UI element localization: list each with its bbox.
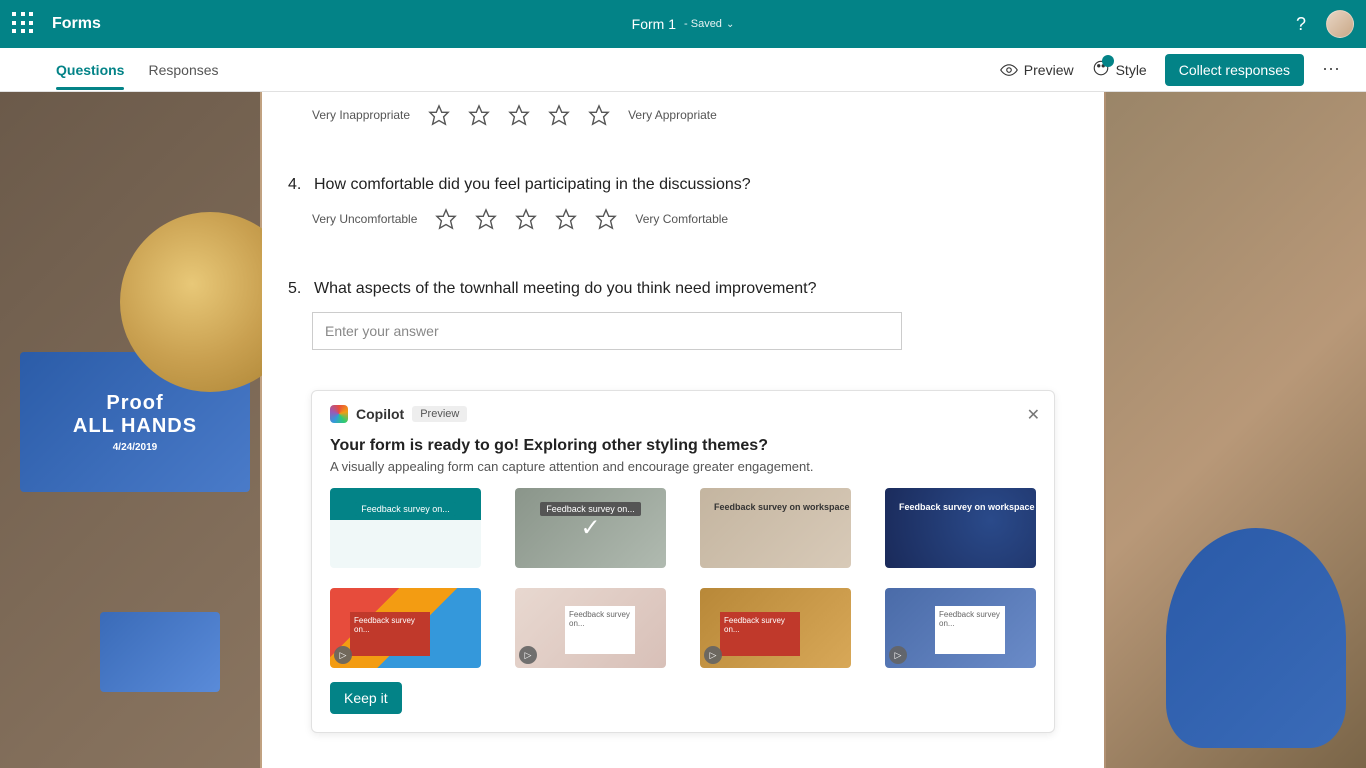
play-icon: ▷ <box>519 646 537 664</box>
copilot-title: Copilot <box>356 406 404 422</box>
q5-text: What aspects of the townhall meeting do … <box>314 280 817 298</box>
palette-icon <box>1092 59 1110 80</box>
q5-number: 5. <box>288 280 304 298</box>
theme-option-6[interactable]: Feedback survey on...▷ <box>515 588 666 668</box>
close-icon[interactable]: ✕ <box>1027 405 1040 425</box>
copilot-heading: Your form is ready to go! Exploring othe… <box>330 437 1036 455</box>
more-icon[interactable]: ⋯ <box>1322 59 1342 80</box>
star-icon[interactable] <box>555 208 577 230</box>
user-avatar[interactable] <box>1326 10 1354 38</box>
app-header: Forms Form 1 - Saved ⌄ ? <box>0 0 1366 48</box>
toolbar: Questions Responses Preview Style Collec… <box>0 48 1366 92</box>
saved-status: - Saved ⌄ <box>684 18 734 30</box>
form-title-area[interactable]: Form 1 - Saved ⌄ <box>632 16 735 32</box>
theme-option-5[interactable]: Feedback survey on...▷ <box>330 588 481 668</box>
preview-badge: Preview <box>412 406 467 422</box>
star-icon[interactable] <box>515 208 537 230</box>
star-icon[interactable] <box>475 208 497 230</box>
collect-responses-button[interactable]: Collect responses <box>1165 54 1304 86</box>
keep-it-button[interactable]: Keep it <box>330 682 402 714</box>
q5-answer-input[interactable] <box>312 312 902 350</box>
theme-option-3[interactable]: Feedback survey on workspace <box>700 488 851 568</box>
bg-person <box>1166 528 1346 748</box>
theme-option-2[interactable]: Feedback survey on...✓ <box>515 488 666 568</box>
star-icon[interactable] <box>435 208 457 230</box>
play-icon: ▷ <box>334 646 352 664</box>
app-launcher-icon[interactable] <box>12 12 36 36</box>
help-icon[interactable]: ? <box>1296 14 1306 35</box>
theme-option-1[interactable]: Feedback survey on... <box>330 488 481 568</box>
star-icon[interactable] <box>428 104 450 126</box>
form-card: Very Inappropriate Very Appropriate 4. H… <box>262 92 1104 768</box>
brand-label: Forms <box>52 15 101 33</box>
tab-questions[interactable]: Questions <box>56 50 124 90</box>
copilot-panel: Copilot Preview ✕ Your form is ready to … <box>311 390 1055 733</box>
style-badge-icon <box>1102 55 1114 67</box>
preview-button[interactable]: Preview <box>1000 61 1074 79</box>
star-icon[interactable] <box>548 104 570 126</box>
copilot-subheading: A visually appealing form can capture at… <box>330 459 1036 474</box>
q4-text: How comfortable did you feel participati… <box>314 176 751 194</box>
check-icon: ✓ <box>580 514 600 543</box>
style-button[interactable]: Style <box>1092 59 1147 80</box>
tab-responses[interactable]: Responses <box>148 50 218 90</box>
star-icon[interactable] <box>595 208 617 230</box>
play-icon: ▷ <box>889 646 907 664</box>
theme-option-8[interactable]: Feedback survey on...▷ <box>885 588 1036 668</box>
play-icon: ▷ <box>704 646 722 664</box>
form-title: Form 1 <box>632 16 676 32</box>
q4-left-label: Very Uncomfortable <box>312 212 417 226</box>
q4-right-label: Very Comfortable <box>635 212 728 226</box>
bg-laptop <box>100 612 220 692</box>
q3-right-label: Very Appropriate <box>628 108 717 122</box>
star-icon[interactable] <box>508 104 530 126</box>
eye-icon <box>1000 61 1018 79</box>
star-icon[interactable] <box>588 104 610 126</box>
chevron-down-icon: ⌄ <box>726 19 734 30</box>
question-5: 5. What aspects of the townhall meeting … <box>262 280 1104 350</box>
star-icon[interactable] <box>468 104 490 126</box>
background-image: Proof ALL HANDS 4/24/2019 Very Inappropr… <box>0 92 1366 768</box>
q4-number: 4. <box>288 176 304 194</box>
question-4: 4. How comfortable did you feel particip… <box>262 176 1104 230</box>
question-3: Very Inappropriate Very Appropriate <box>262 104 1104 126</box>
copilot-logo-icon <box>330 405 348 423</box>
theme-option-4[interactable]: Feedback survey on workspace <box>885 488 1036 568</box>
theme-option-7[interactable]: Feedback survey on...▷ <box>700 588 851 668</box>
q3-left-label: Very Inappropriate <box>312 108 410 122</box>
